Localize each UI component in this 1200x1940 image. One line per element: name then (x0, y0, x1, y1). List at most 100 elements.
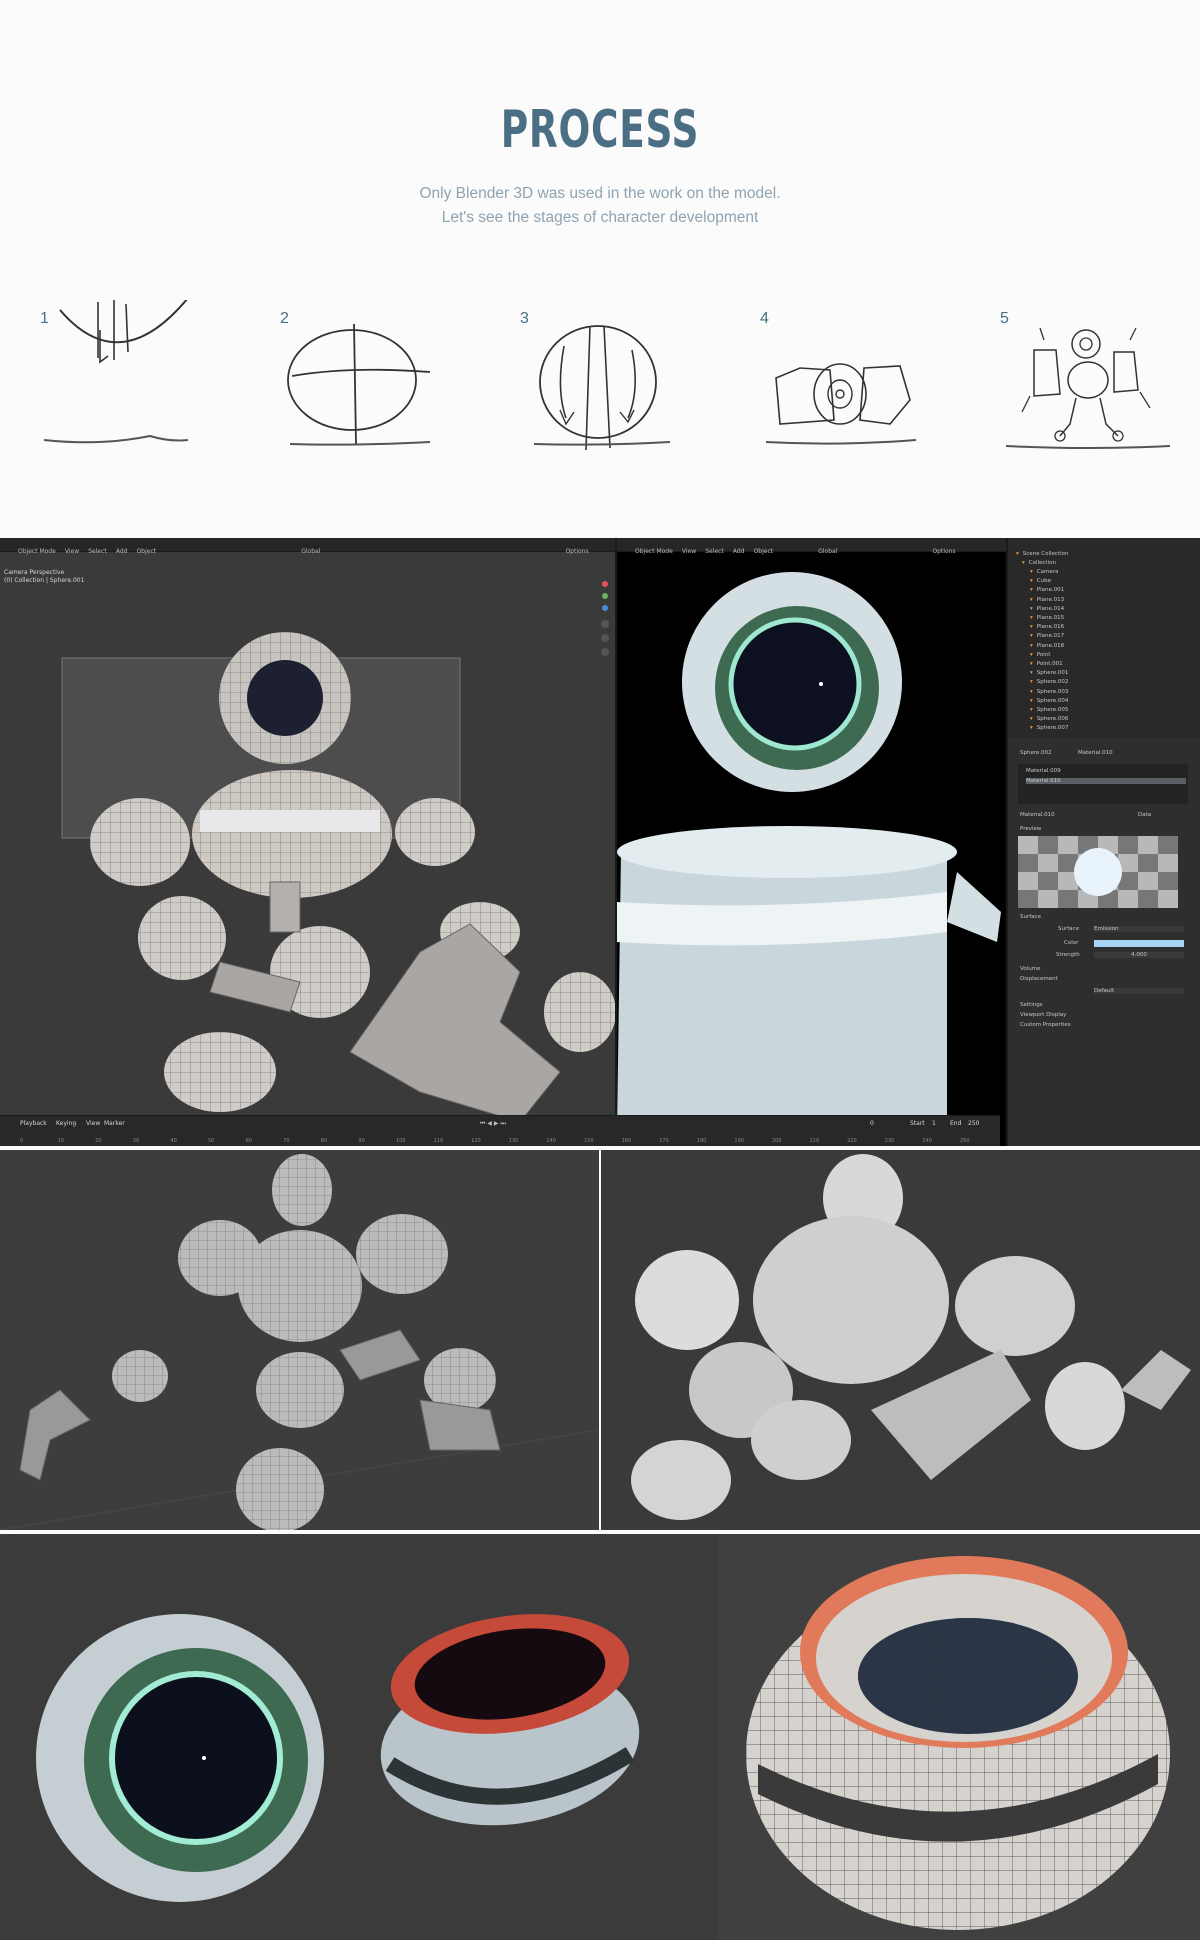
keying-menu[interactable]: Keying (56, 1120, 76, 1127)
hero-section: PROCESS Only Blender 3D was used in the … (0, 0, 1200, 538)
timeline-tick: 160 (621, 1138, 632, 1144)
strength-field[interactable]: 4.000 (1094, 952, 1184, 958)
left-viewport[interactable]: Object Mode View Select Add Object Globa… (0, 538, 617, 1146)
outliner-item[interactable]: Plane.015 (1030, 614, 1064, 623)
outliner-item[interactable]: Plane.016 (1030, 623, 1064, 632)
material-name[interactable]: Material.010 (1020, 812, 1055, 818)
surface-header[interactable]: Surface (1020, 914, 1041, 920)
timeline-tick: 90 (358, 1138, 365, 1144)
eye-parts-render-image (0, 1534, 718, 1940)
step-2: 2 (280, 300, 460, 470)
subtitle-line-2: Let's see the stages of character develo… (441, 209, 759, 226)
timeline-tick: 200 (772, 1138, 782, 1144)
outliner-item[interactable]: Camera (1030, 568, 1059, 577)
timeline-tick: 250 (960, 1138, 970, 1144)
marker-menu[interactable]: Marker (104, 1120, 125, 1127)
color-swatch[interactable] (1094, 940, 1184, 947)
step-3: 3 (520, 300, 700, 470)
timeline-tick: 210 (809, 1138, 820, 1144)
robot-clay-render-image (601, 1150, 1200, 1530)
outliner-item[interactable]: Plane.001 (1030, 586, 1064, 595)
page-title: PROCESS (500, 100, 700, 160)
end-label: End (950, 1120, 962, 1127)
outliner-item[interactable]: Sphere.005 (1030, 706, 1069, 715)
material-slot[interactable]: Material.009 (1026, 768, 1061, 774)
timeline-tick: 60 (245, 1138, 252, 1144)
surface-field[interactable]: Emission (1094, 926, 1184, 932)
sketch-5-image (1005, 327, 1171, 449)
preview-header[interactable]: Preview (1020, 826, 1041, 832)
strength-label: Strength (1056, 952, 1080, 958)
timeline-tick: 70 (283, 1138, 290, 1144)
outliner-item[interactable]: Sphere.007 (1030, 724, 1069, 733)
subtitle-line-1: Only Blender 3D was used in the work on … (419, 185, 781, 202)
end-frame[interactable]: 250 (968, 1120, 979, 1127)
view-menu[interactable]: View (86, 1120, 100, 1127)
outliner-item[interactable]: Point.001 (1030, 660, 1063, 669)
viewport-display-header[interactable]: Viewport Display (1020, 1012, 1066, 1018)
timeline-tick: 80 (320, 1138, 328, 1144)
color-label: Color (1064, 940, 1079, 946)
sketch-3-image (533, 325, 671, 451)
outliner-item[interactable]: Plane.017 (1030, 632, 1064, 641)
viewport-header: Object Mode View Select Add Object Globa… (0, 538, 615, 555)
material-preview-image (1018, 836, 1178, 908)
timeline-tick: 150 (584, 1138, 594, 1144)
timeline-tick: 170 (659, 1138, 669, 1144)
displacement-field[interactable]: Default (1094, 988, 1184, 994)
timeline-tick: 110 (433, 1138, 444, 1144)
custom-properties-header[interactable]: Custom Properties (1020, 1022, 1071, 1028)
outliner-scene-collection[interactable]: Scene Collection (1016, 550, 1069, 559)
material-tab[interactable]: Material.010 (1078, 750, 1113, 756)
right-viewport[interactable]: Object Mode View Select Add Object Globa… (617, 538, 1008, 1146)
outliner-item[interactable]: Sphere.002 (1030, 678, 1069, 687)
outliner-item[interactable]: Cube (1030, 577, 1051, 586)
start-frame[interactable]: 1 (932, 1120, 936, 1127)
settings-header[interactable]: Settings (1020, 1002, 1043, 1008)
timeline[interactable]: Playback Keying View Marker ⏮ ◀ ▶ ⏭ 0 St… (0, 1115, 1000, 1146)
outliner-item[interactable]: Sphere.003 (1030, 688, 1069, 697)
outliner-collection[interactable]: Collection (1022, 559, 1056, 568)
timeline-tick: 20 (95, 1138, 102, 1144)
sketch-1-image (43, 300, 189, 444)
object-name[interactable]: Sphere.002 (1020, 750, 1052, 756)
timeline-tick: 40 (170, 1138, 177, 1144)
material-slot-active[interactable]: Material.010 (1026, 778, 1186, 784)
displacement-header[interactable]: Displacement (1020, 976, 1058, 982)
playback-menu[interactable]: Playback (20, 1120, 47, 1127)
current-frame[interactable]: 0 (870, 1120, 874, 1127)
timeline-tick: 220 (847, 1138, 857, 1144)
timeline-tick: 0 (20, 1138, 24, 1144)
sketch-2-image (287, 323, 431, 446)
outliner[interactable]: Scene Collection Collection CameraCubePl… (1008, 538, 1200, 738)
timeline-tick: 50 (208, 1138, 215, 1144)
timeline-tick: 100 (396, 1138, 406, 1144)
material-slots: Material.009 Material.010 (1018, 764, 1188, 804)
step-5: 5 (1000, 300, 1180, 470)
timeline-tick: 190 (734, 1138, 744, 1144)
page-subtitle: Only Blender 3D was used in the work on … (0, 182, 1200, 230)
timeline-tick: 230 (884, 1138, 895, 1144)
properties-panel: Scene Collection Collection CameraCubePl… (1008, 538, 1200, 1146)
outliner-item[interactable]: Plane.013 (1030, 596, 1064, 605)
outliner-item[interactable]: Sphere.001 (1030, 669, 1069, 678)
step-1: 1 (40, 300, 220, 470)
viewport-header: Object Mode View Select Add Object Globa… (617, 538, 1006, 555)
surface-label: Surface (1058, 926, 1079, 932)
data-dropdown[interactable]: Data (1138, 812, 1151, 818)
outliner-item[interactable]: Sphere.004 (1030, 697, 1069, 706)
outliner-item[interactable]: Plane.014 (1030, 605, 1064, 614)
eye-wireframe-render-image (718, 1534, 1200, 1940)
timeline-tick: 130 (508, 1138, 519, 1144)
outliner-item[interactable]: Point (1030, 651, 1051, 660)
timeline-tick: 10 (57, 1138, 64, 1144)
outliner-item[interactable]: Sphere.006 (1030, 715, 1069, 724)
robot-render-image (617, 572, 1001, 1129)
timeline-tick: 120 (471, 1138, 481, 1144)
playback-controls[interactable]: ⏮ ◀ ▶ ⏭ (480, 1120, 506, 1128)
outliner-item[interactable]: Plane.018 (1030, 642, 1064, 651)
robot-wireframe-full-image (0, 1150, 599, 1530)
timeline-tick: 180 (696, 1138, 707, 1144)
volume-header[interactable]: Volume (1020, 966, 1040, 972)
page: PROCESS Only Blender 3D was used in the … (0, 0, 1200, 1940)
